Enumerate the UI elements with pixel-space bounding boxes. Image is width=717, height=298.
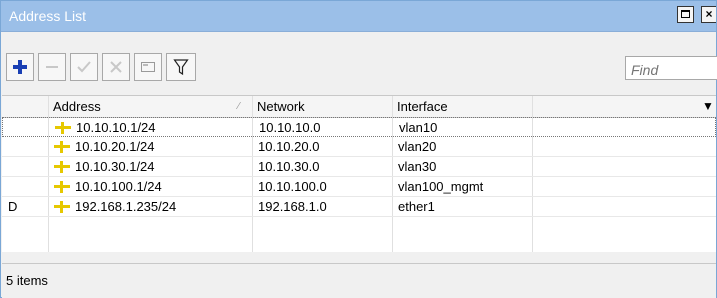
network-cell: 10.10.20.0	[258, 139, 320, 154]
close-button[interactable]: ×	[701, 6, 716, 23]
table-row[interactable]: 10.10.20.1/24 10.10.20.0 vlan20	[2, 137, 716, 157]
toolbar	[1, 32, 717, 88]
network-column-header[interactable]: Network	[253, 96, 393, 117]
add-button[interactable]	[6, 53, 34, 81]
comment-button[interactable]	[134, 53, 162, 81]
address-list-window: Address List × Find Address ⁄ Network In…	[0, 0, 717, 298]
table-row[interactable]: D 192.168.1.235/24 192.168.1.0 ether1	[2, 197, 716, 217]
address-icon	[54, 141, 70, 153]
table-row[interactable]: 10.10.10.1/24 10.10.10.0 vlan10	[2, 117, 716, 137]
column-menu-dropdown-icon[interactable]: ▼	[702, 96, 714, 117]
address-icon	[54, 201, 70, 213]
address-column-header[interactable]: Address ⁄	[49, 96, 253, 117]
find-input[interactable]	[625, 56, 717, 80]
table-row[interactable]: 10.10.100.1/24 10.10.100.0 vlan100_mgmt	[2, 177, 716, 197]
address-cell: 192.168.1.235/24	[54, 197, 176, 217]
network-cell: 10.10.100.0	[258, 179, 327, 194]
sort-icon: ⁄	[238, 101, 240, 112]
flag-column-header[interactable]	[2, 96, 49, 117]
interface-column-header[interactable]: Interface	[393, 96, 533, 117]
filter-icon	[173, 59, 189, 76]
interface-cell: ether1	[398, 199, 435, 214]
address-cell: 10.10.30.1/24	[54, 157, 155, 177]
filter-button[interactable]	[166, 53, 196, 81]
network-cell: 10.10.30.0	[258, 159, 320, 174]
title-bar[interactable]: Address List ×	[1, 1, 716, 32]
address-icon	[55, 122, 71, 134]
disable-button[interactable]	[102, 53, 130, 81]
extra-column-header[interactable]: ▼	[533, 96, 716, 117]
address-cell: 10.10.100.1/24	[54, 177, 162, 197]
table-header: Address ⁄ Network Interface ▼	[2, 96, 716, 118]
network-cell: 192.168.1.0	[258, 199, 327, 214]
maximize-icon	[681, 10, 690, 18]
window-title: Address List	[9, 8, 87, 24]
address-cell: 10.10.10.1/24	[55, 118, 156, 138]
plus-icon	[13, 60, 27, 74]
status-bar: 5 items	[2, 263, 716, 298]
interface-cell: vlan30	[398, 159, 437, 174]
flag-cell: D	[8, 199, 18, 214]
minus-icon	[46, 66, 58, 68]
x-icon	[110, 61, 122, 73]
network-cell: 10.10.10.0	[259, 120, 321, 135]
address-icon	[54, 161, 70, 173]
maximize-button[interactable]	[677, 6, 694, 23]
address-cell: 10.10.20.1/24	[54, 137, 155, 157]
address-table: Address ⁄ Network Interface ▼ 10.10.10.1…	[2, 95, 716, 252]
enable-button[interactable]	[70, 53, 98, 81]
comment-icon	[141, 62, 155, 72]
table-row[interactable]: 10.10.30.1/24 10.10.30.0 vlan30	[2, 157, 716, 177]
remove-button[interactable]	[38, 53, 66, 81]
close-icon: ×	[705, 7, 713, 21]
item-count: 5 items	[6, 273, 48, 288]
address-icon	[54, 181, 70, 193]
interface-cell: vlan100_mgmt	[398, 179, 484, 194]
check-icon	[77, 61, 91, 73]
interface-cell: vlan10	[399, 120, 438, 135]
interface-cell: vlan20	[398, 139, 437, 154]
